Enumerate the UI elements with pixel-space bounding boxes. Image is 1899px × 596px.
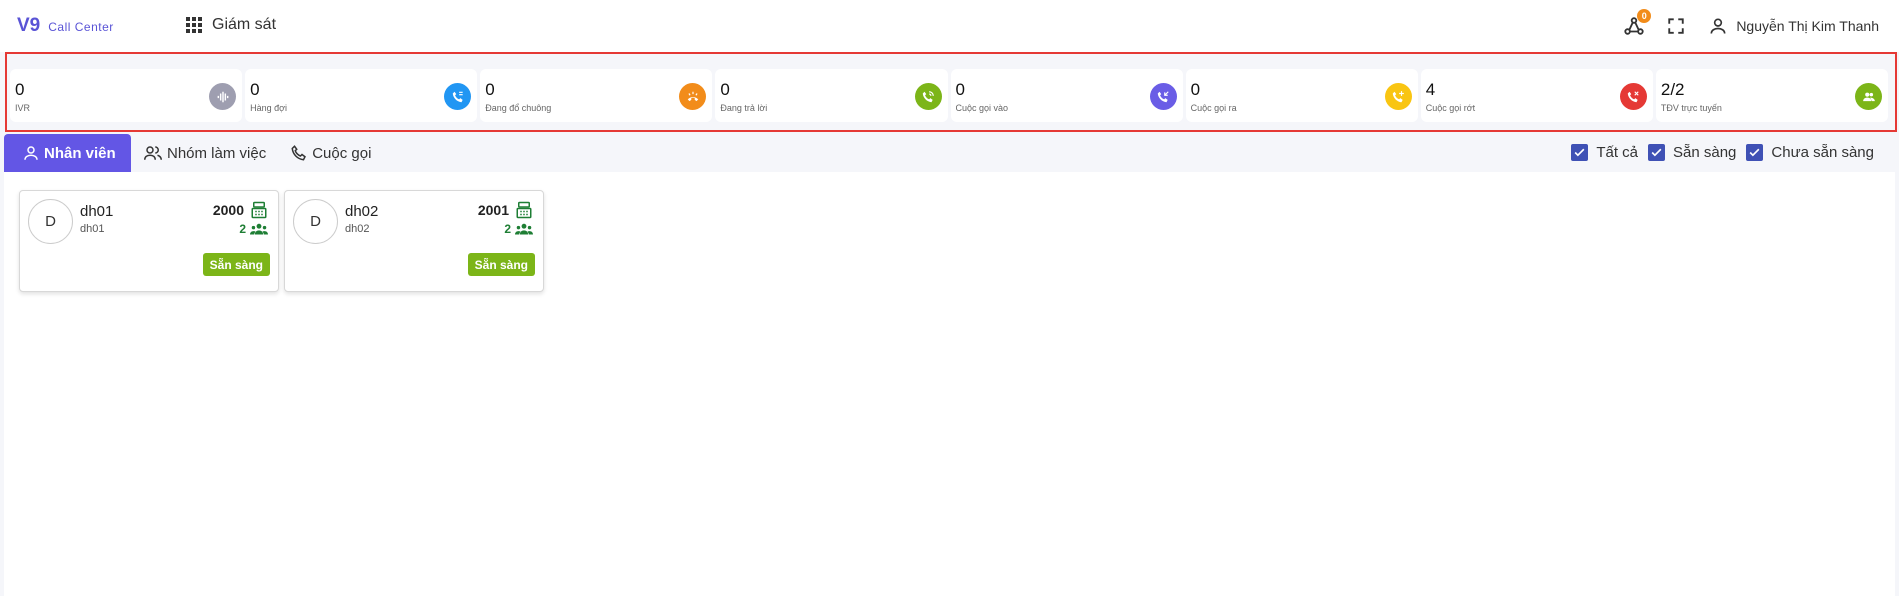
group-count: 2 [239,222,246,236]
agent-name: dh02 [345,203,379,220]
filter-label: Sẵn sàng [1673,144,1737,161]
notification-badge: 0 [1637,9,1652,23]
tab-agents[interactable]: Nhân viên [4,134,131,172]
filter-all[interactable]: Tất cả [1571,144,1638,161]
top-bar: V9 Call Center Giám sát 0 Nguyễn Thị Kim… [0,0,1899,52]
logo-main: V9 [17,15,41,36]
status-badge[interactable]: Sẵn sàng [467,253,535,276]
agent-card[interactable]: D dh02 dh02 2001 2 Sẵn sàng [284,190,544,292]
user-name: Nguyễn Thị Kim Thanh [1736,18,1879,34]
fullscreen-icon [1668,18,1684,34]
avatar: D [293,199,338,244]
tab-label: Nhân viên [44,144,116,162]
view-tabs: Nhân viên Nhóm làm việc Cuộc gọi [4,134,383,172]
stat-value: 0 [15,80,25,99]
checkbox-checked-icon[interactable] [1571,144,1589,161]
agent-name: dh01 [80,203,114,220]
user-icon [1710,18,1726,34]
stat-label: IVR [15,103,31,113]
stat-value: 0 [1190,80,1201,99]
agent-username: dh02 [345,223,370,235]
tab-calls[interactable]: Cuộc gọi [278,134,383,172]
stat-value: 0 [720,80,730,99]
user-menu[interactable]: Nguyễn Thị Kim Thanh [1708,16,1879,36]
filter-not-ready[interactable]: Chưa sẵn sàng [1746,144,1874,161]
stat-value: 2/2 [1660,80,1685,99]
phone-incoming-icon [1149,83,1177,110]
agent-username: dh01 [80,223,105,235]
waveform-icon [209,83,237,110]
stat-label: Hàng đợi [250,103,288,113]
group-icon [515,223,533,235]
module-menu[interactable]: Giám sát [186,16,276,34]
stat-value: 4 [1425,80,1436,99]
tab-workgroups[interactable]: Nhóm làm việc [131,134,278,172]
extension-number: 2001 [477,202,509,218]
filter-label: Tất cả [1596,144,1638,161]
stat-outgoing: 0 Cuộc gọi ra [1185,69,1418,122]
filter-ready[interactable]: Sẵn sàng [1648,144,1736,161]
stat-answering: 0 Đang trả lời [715,69,948,122]
stat-label: Đang đổ chuông [485,103,552,113]
group-icon [144,146,162,160]
stat-agents-online: 2/2 TĐV trực tuyến [1655,69,1888,122]
desk-phone-icon [516,201,532,219]
extension-number: 2000 [212,202,244,218]
status-badge[interactable]: Sẵn sàng [202,253,270,276]
avatar: D [28,199,73,244]
stat-label: Cuộc gọi vào [955,103,1009,113]
header-actions: 0 Nguyễn Thị Kim Thanh [1606,9,1879,40]
status-filters: Tất cả Sẵn sàng Chưa sẵn sàng [1561,144,1874,161]
tab-label: Nhóm làm việc [167,144,267,162]
phone-outgoing-icon [1384,83,1412,110]
stat-label: Đang trả lời [720,103,768,113]
filter-label: Chưa sẵn sàng [1771,144,1874,161]
agent-extension: 2000 [213,201,268,219]
stat-incoming: 0 Cuộc gọi vào [950,69,1183,122]
agent-extension: 2001 [478,201,533,219]
stat-dropped: 4 Cuộc gọi rớt [1420,69,1653,122]
desk-phone-icon [251,201,267,219]
stat-queue: 0 Hàng đợi [245,69,478,122]
stat-ringing: 0 Đang đổ chuông [480,69,713,122]
stat-ivr: 0 IVR [10,69,243,122]
stat-value: 0 [250,80,260,99]
agent-groups: 2 [239,222,268,236]
person-icon [24,146,38,160]
checkbox-checked-icon[interactable] [1746,144,1764,161]
stat-value: 0 [955,80,965,99]
phone-in-talk-icon [914,83,942,110]
checkbox-checked-icon[interactable] [1648,144,1665,161]
agents-online-icon [1855,83,1882,110]
app-logo[interactable]: V9 Call Center [17,15,114,37]
stat-label: Cuộc gọi rớt [1425,103,1476,113]
stat-label: Cuộc gọi ra [1190,103,1237,113]
fullscreen-button[interactable] [1662,12,1690,40]
module-label: Giám sát [212,16,277,33]
stat-label: TĐV trực tuyến [1660,103,1722,113]
group-count: 2 [504,222,511,236]
agents-panel: D dh01 dh01 2000 2 Sẵn sàng D dh02 dh02 … [4,172,1895,596]
stats-bar: 0 IVR 0 Hàng đợi 0 Đang đổ chuông 0 Đang… [10,69,1888,122]
tab-label: Cuộc gọi [312,144,372,162]
phone-missed-icon [1619,83,1647,110]
logo-sub: Call Center [48,20,114,34]
agent-card[interactable]: D dh01 dh01 2000 2 Sẵn sàng [19,190,279,292]
stat-value: 0 [485,80,495,99]
apps-grid-icon [186,17,202,33]
group-icon [250,223,268,235]
call-routing-button[interactable]: 0 [1620,9,1652,40]
phone-icon [291,145,307,161]
agent-groups: 2 [504,222,533,236]
